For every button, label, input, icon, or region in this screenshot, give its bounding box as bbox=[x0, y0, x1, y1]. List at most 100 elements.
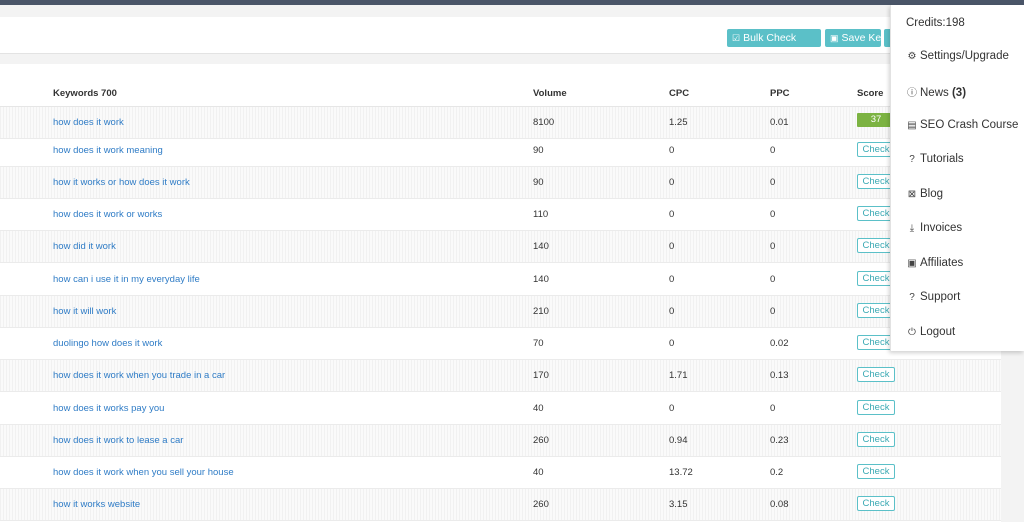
keyword-link[interactable]: how did it work bbox=[53, 241, 116, 252]
cpc-value: 1.25 bbox=[669, 117, 688, 128]
ppc-value: 0 bbox=[770, 274, 776, 285]
header-ppc[interactable]: PPC bbox=[770, 88, 790, 99]
cpc-value: 0 bbox=[669, 209, 675, 220]
menu-item-affiliates[interactable]: ▣ Affiliates bbox=[906, 257, 963, 269]
table-row: duolingo how does it work 70 0 0.02 Check bbox=[0, 328, 1001, 360]
check-button[interactable]: Check bbox=[857, 496, 895, 511]
save-keywords-label: Save Keywords bbox=[841, 32, 881, 44]
menu-item-label: Invoices bbox=[920, 222, 963, 234]
keyword-link[interactable]: how does it work meaning bbox=[53, 145, 163, 156]
cpc-value: 0 bbox=[669, 241, 675, 252]
table-row: how did it work 140 0 0 Check bbox=[0, 231, 1001, 263]
question-icon: ? bbox=[909, 292, 915, 303]
ppc-value: 0 bbox=[770, 209, 776, 220]
menu-item-label: Logout bbox=[920, 326, 956, 338]
save-keywords-button[interactable]: ▣Save Keywords bbox=[825, 29, 881, 47]
keyword-link[interactable]: how does it work when you trade in a car bbox=[53, 370, 225, 381]
cpc-value: 0 bbox=[669, 145, 675, 156]
menu-item-seo-crash-course[interactable]: ▤ SEO Crash Course bbox=[906, 119, 1018, 131]
checkbox-icon: ☑ bbox=[732, 33, 741, 43]
ppc-value: 0.08 bbox=[770, 499, 789, 510]
table-header: Keywords 700 Volume CPC PPC Score bbox=[0, 64, 1001, 107]
cpc-value: 0 bbox=[669, 306, 675, 317]
cpc-value: 0 bbox=[669, 274, 675, 285]
keyword-link[interactable]: how does it work or works bbox=[53, 209, 162, 220]
menu-item-label: Settings/Upgrade bbox=[920, 50, 1009, 62]
header-cpc[interactable]: CPC bbox=[669, 88, 689, 99]
table-row: how it works or how does it work 90 0 0 Chec… bbox=[0, 167, 1001, 199]
volume-value: 110 bbox=[533, 209, 549, 220]
news-count-badge: (3) bbox=[951, 87, 967, 99]
money-icon: ▣ bbox=[907, 258, 917, 269]
check-button[interactable]: Check bbox=[857, 432, 895, 447]
menu-item-label: Tutorials bbox=[920, 153, 964, 165]
gear-icon: ⚙ bbox=[907, 51, 917, 62]
menu-item-label: Support bbox=[920, 291, 961, 303]
table-row: how does it work or works 110 0 0 Check bbox=[0, 199, 1001, 231]
check-button[interactable]: Check bbox=[857, 400, 895, 415]
volume-value: 260 bbox=[533, 435, 549, 446]
menu-item-support[interactable]: ? Support bbox=[906, 291, 960, 303]
header-volume[interactable]: Volume bbox=[533, 88, 567, 99]
menu-item-settings-upgrade[interactable]: ⚙ Settings/Upgrade bbox=[906, 50, 1009, 62]
volume-value: 140 bbox=[533, 274, 549, 285]
keyword-link[interactable]: how does it work bbox=[53, 117, 124, 128]
keyword-link[interactable]: how it works or how does it work bbox=[53, 177, 190, 188]
ppc-value: 0.23 bbox=[770, 435, 789, 446]
menu-item-label: News bbox=[920, 87, 949, 99]
top-bar bbox=[0, 0, 1024, 5]
menu-item-label: Affiliates bbox=[920, 257, 964, 269]
ppc-value: 0.2 bbox=[770, 467, 784, 478]
menu-item-news[interactable]: ⓘ News (3) bbox=[906, 84, 966, 99]
header-score[interactable]: Score bbox=[857, 88, 883, 99]
table-row: how does it work when you sell your hous… bbox=[0, 457, 1001, 489]
table-row: how it will work 210 0 0 Check bbox=[0, 296, 1001, 328]
table-row: how can i use it in my everyday life 140 0… bbox=[0, 264, 1001, 296]
volume-value: 70 bbox=[533, 338, 544, 349]
menu-item-label: SEO Crash Course bbox=[920, 119, 1019, 131]
download-icon: ⤓ bbox=[909, 223, 915, 234]
keywords-table: Keywords 700 Volume CPC PPC Score how do… bbox=[0, 64, 1001, 522]
volume-value: 40 bbox=[533, 467, 544, 478]
volume-value: 90 bbox=[533, 177, 544, 188]
volume-value: 90 bbox=[533, 145, 544, 156]
keyword-link[interactable]: how does it works pay you bbox=[53, 403, 164, 414]
bulk-check-label: Bulk Check bbox=[743, 32, 797, 44]
volume-value: 260 bbox=[533, 499, 549, 510]
cpc-value: 0.94 bbox=[669, 435, 688, 446]
volume-value: 40 bbox=[533, 403, 544, 414]
book-icon: ▤ bbox=[907, 120, 917, 131]
cpc-value: 0 bbox=[669, 177, 675, 188]
right-gutter bbox=[1001, 352, 1024, 522]
volume-value: 170 bbox=[533, 370, 549, 381]
cpc-value: 0 bbox=[669, 338, 675, 349]
menu-item-logout[interactable]: ⏻ Logout bbox=[906, 326, 955, 338]
ppc-value: 0.13 bbox=[770, 370, 789, 381]
keyword-link[interactable]: how it will work bbox=[53, 306, 116, 317]
cpc-value: 1.71 bbox=[669, 370, 688, 381]
info-icon: ⓘ bbox=[907, 88, 917, 99]
keyword-link[interactable]: how it works website bbox=[53, 499, 140, 510]
keyword-link[interactable]: how does it work to lease a car bbox=[53, 435, 183, 446]
check-button[interactable]: Check bbox=[857, 367, 895, 382]
ppc-value: 0 bbox=[770, 403, 776, 414]
table-row: how it works website 260 3.15 0.08 Check bbox=[0, 489, 1001, 521]
power-icon: ⏻ bbox=[908, 327, 916, 338]
menu-item-invoices[interactable]: ⤓ Invoices bbox=[906, 222, 962, 234]
menu-item-blog[interactable]: ⊠ Blog bbox=[906, 188, 943, 200]
keyword-link[interactable]: how can i use it in my everyday life bbox=[53, 274, 200, 285]
menu-item-tutorials[interactable]: ? Tutorials bbox=[906, 153, 964, 165]
volume-value: 140 bbox=[533, 241, 549, 252]
header-keywords: Keywords 700 bbox=[53, 88, 117, 99]
rss-icon: ⊠ bbox=[907, 189, 917, 200]
ppc-value: 0.02 bbox=[770, 338, 789, 349]
cpc-value: 13.72 bbox=[669, 467, 693, 478]
table-row: how does it work when you trade in a car… bbox=[0, 360, 1001, 392]
ppc-value: 0 bbox=[770, 306, 776, 317]
keyword-link[interactable]: duolingo how does it work bbox=[53, 338, 162, 349]
ppc-value: 0 bbox=[770, 241, 776, 252]
check-button[interactable]: Check bbox=[857, 464, 895, 479]
bulk-check-button[interactable]: ☑ Bulk Check bbox=[727, 29, 821, 47]
menu-item-label: Blog bbox=[920, 188, 944, 200]
keyword-link[interactable]: how does it work when you sell your hous… bbox=[53, 467, 234, 478]
